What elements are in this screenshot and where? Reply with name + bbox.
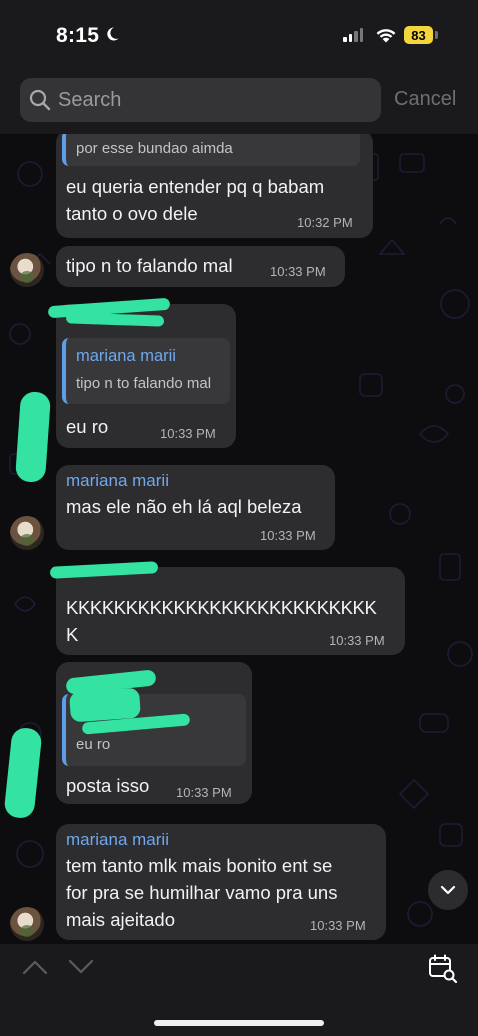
battery-tip	[435, 31, 438, 39]
search-header: Cancel	[0, 72, 478, 134]
search-field[interactable]	[20, 78, 381, 122]
message-text: tipo n to falando mal	[66, 255, 233, 276]
signal-icon	[343, 28, 363, 42]
wifi-icon	[376, 29, 396, 43]
message-time: 10:33 PM	[176, 785, 232, 800]
home-indicator[interactable]	[154, 1020, 324, 1026]
status-bar: 8:15 83	[0, 0, 478, 72]
message-text: eu ro	[66, 416, 109, 437]
moon-icon	[107, 27, 119, 41]
message-time: 10:33 PM	[270, 264, 326, 279]
message-text: KKKKKKKKKKKKKKKKKKKKKKKKKK	[66, 597, 377, 618]
reply-text: eu ro	[76, 736, 111, 753]
message-time: 10:33 PM	[329, 633, 385, 648]
sender-name: mariana marii	[66, 471, 169, 490]
message-time: 10:33 PM	[310, 918, 366, 933]
reply-preview[interactable]: por esse bundao aimda	[62, 134, 360, 166]
battery-indicator: 83	[404, 26, 433, 44]
calendar-search-icon[interactable]	[428, 954, 458, 984]
message-text: posta isso	[66, 775, 150, 796]
redaction-scribble	[14, 391, 52, 483]
message-bubble[interactable]: por esse bundao aimda eu queria entender…	[56, 134, 373, 238]
cancel-button[interactable]: Cancel	[394, 88, 456, 111]
reply-text: por esse bundao aimda	[76, 140, 233, 157]
message-bubble[interactable]: tipo n to falando mal 10:33 PM	[56, 246, 345, 287]
chat-area[interactable]: por esse bundao aimda eu queria entender…	[0, 134, 478, 944]
message-time: 10:33 PM	[260, 528, 316, 543]
reply-text: tipo n to falando mal	[76, 375, 212, 392]
status-time: 8:15	[56, 24, 100, 47]
message-text: tem tanto mlk mais bonito ent se	[66, 855, 333, 876]
sender-name: mariana marii	[66, 830, 169, 849]
chevron-down-icon[interactable]	[68, 958, 94, 976]
message-time: 10:32 PM	[297, 215, 353, 230]
message-text: K	[66, 624, 79, 645]
message-bubble[interactable]: KKKKKKKKKKKKKKKKKKKKKKKKKK K 10:33 PM	[56, 567, 405, 655]
avatar[interactable]	[10, 907, 44, 941]
reply-preview[interactable]: mariana marii tipo n to falando mal	[62, 338, 230, 404]
message-text: eu queria entender pq q babam	[66, 176, 325, 197]
redaction-scribble	[69, 687, 141, 723]
chevron-down-icon	[440, 885, 456, 895]
message-text: mais ajeitado	[66, 909, 176, 930]
message-bubble[interactable]: mariana marii mas ele não eh lá aql bele…	[56, 465, 335, 550]
scroll-to-bottom-button[interactable]	[428, 870, 468, 910]
avatar[interactable]	[10, 253, 44, 287]
reply-sender-name: mariana marii	[76, 347, 176, 365]
avatar[interactable]	[10, 516, 44, 550]
message-time: 10:33 PM	[160, 426, 216, 441]
search-icon	[29, 89, 51, 111]
message-text: mas ele não eh lá aql beleza	[66, 496, 302, 517]
message-text: tanto o ovo dele	[66, 203, 198, 224]
message-text: for pra se humilhar vamo pra uns	[66, 882, 338, 903]
message-bubble[interactable]: mariana marii tem tanto mlk mais bonito …	[56, 824, 386, 940]
chevron-up-icon[interactable]	[22, 958, 48, 976]
search-input[interactable]	[58, 78, 368, 122]
bottom-toolbar	[0, 944, 478, 1036]
